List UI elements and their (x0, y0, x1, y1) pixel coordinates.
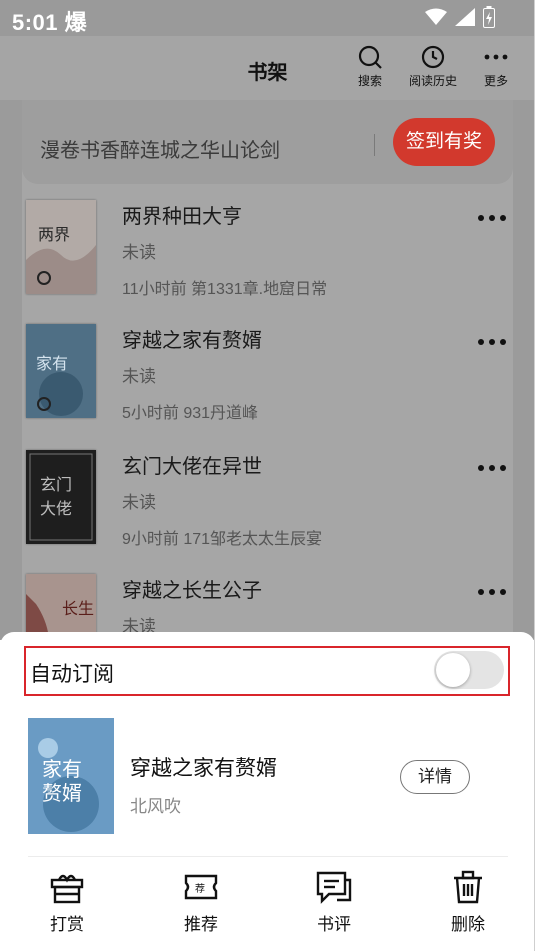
signal-icon (455, 8, 475, 26)
history-icon (421, 45, 445, 69)
status-icons (425, 6, 495, 28)
book-read-status: 未读 (122, 243, 156, 262)
book-options-sheet: 自动订阅 家有 赘婿 穿越之家有赘婿 北风吹 详情 打赏 荐 推荐 书评 删除 (0, 632, 535, 951)
book-item[interactable]: 家有 穿越之家有赘婿 未读 5小时前 931丹道峰 (22, 324, 513, 448)
book-update: 9小时前 171邹老太太生辰宴 (122, 531, 323, 548)
sheet-book-cover: 家有 赘婿 (28, 718, 114, 834)
book-cover: 家有 (26, 324, 96, 418)
status-bar: 5:01 爆 (0, 0, 535, 36)
review-button[interactable]: 书评 (294, 870, 374, 935)
book-update: 11小时前 第1331章.地窟日常 (122, 281, 328, 298)
delete-button[interactable]: 删除 (428, 870, 508, 935)
auto-subscribe-label: 自动订阅 (30, 663, 114, 686)
sheet-actions: 打赏 荐 推荐 书评 删除 (0, 870, 535, 950)
svg-text:玄门: 玄门 (40, 475, 72, 494)
history-button[interactable]: 阅读历史 (403, 44, 463, 89)
book-title: 两界种田大亨 (122, 206, 242, 228)
recommend-label: 推荐 (184, 915, 218, 934)
book-item[interactable]: 玄门大佬 玄门大佬在异世 未读 9小时前 171邹老太太生辰宴 (22, 450, 513, 574)
gift-icon (50, 874, 84, 904)
history-button-label: 阅读历史 (408, 74, 457, 88)
search-icon (358, 45, 382, 69)
book-more-icon[interactable] (477, 458, 507, 478)
notice-text: 漫卷书香醉连城之华山论剑 (40, 140, 280, 162)
sheet-divider (28, 856, 508, 857)
search-button[interactable]: 搜索 (340, 44, 400, 89)
book-more-icon[interactable] (477, 582, 507, 602)
more-button-label: 更多 (483, 74, 508, 88)
checkin-button[interactable]: 签到有奖 (393, 118, 495, 166)
wifi-icon (425, 8, 447, 25)
svg-text:荐: 荐 (195, 883, 205, 895)
notice-divider (374, 134, 375, 156)
ticket-icon: 荐 (184, 874, 218, 900)
sheet-book-title: 穿越之家有赘婿 (130, 757, 277, 780)
svg-text:家有: 家有 (42, 757, 82, 781)
page-gutter-right (513, 100, 535, 640)
svg-text:家有: 家有 (36, 354, 68, 373)
auto-subscribe-toggle[interactable] (434, 651, 504, 689)
book-title: 穿越之长生公子 (122, 580, 262, 602)
book-more-icon[interactable] (477, 208, 507, 228)
reward-button[interactable]: 打赏 (27, 870, 107, 935)
book-more-icon[interactable] (477, 332, 507, 352)
book-title: 玄门大佬在异世 (122, 456, 262, 478)
notice-banner[interactable]: 漫卷书香醉连城之华山论剑 签到有奖 (22, 100, 513, 184)
svg-text:赘婿: 赘婿 (42, 781, 82, 805)
recommend-button[interactable]: 荐 推荐 (161, 870, 241, 935)
page-gutter-left (0, 100, 22, 640)
book-read-status: 未读 (122, 367, 156, 386)
book-update: 5小时前 931丹道峰 (122, 405, 259, 422)
sheet-book-author: 北风吹 (130, 797, 181, 816)
book-item[interactable]: 两界 两界种田大亨 未读 11小时前 第1331章.地窟日常 (22, 200, 513, 324)
battery-icon (483, 6, 495, 28)
detail-button[interactable]: 详情 (400, 760, 470, 794)
review-label: 书评 (317, 915, 351, 934)
trash-icon (454, 870, 482, 904)
svg-text:大佬: 大佬 (40, 499, 72, 518)
search-button-label: 搜索 (357, 74, 382, 88)
more-icon (484, 54, 508, 60)
status-time: 5:01 爆 (12, 10, 88, 35)
svg-text:两界: 两界 (38, 225, 70, 244)
book-title: 穿越之家有赘婿 (122, 330, 262, 352)
book-cover: 玄门 大佬 (26, 450, 96, 544)
more-button[interactable]: 更多 (466, 44, 526, 89)
comment-icon (316, 871, 352, 904)
weather-label: 爆 (64, 10, 88, 35)
svg-text:长生: 长生 (62, 599, 94, 618)
app-header: 书架 搜索 阅读历史 更多 (0, 36, 535, 100)
delete-label: 删除 (451, 915, 485, 934)
toggle-knob (436, 653, 470, 687)
sheet-book-info: 家有 赘婿 穿越之家有赘婿 北风吹 详情 (28, 718, 508, 838)
bookshelf-page: 漫卷书香醉连城之华山论剑 签到有奖 两界 两界种田大亨 未读 11小时前 第13… (0, 100, 535, 668)
book-read-status: 未读 (122, 493, 156, 512)
auto-subscribe-row[interactable]: 自动订阅 (24, 646, 510, 696)
reward-label: 打赏 (50, 915, 84, 934)
book-cover: 两界 (26, 200, 96, 294)
